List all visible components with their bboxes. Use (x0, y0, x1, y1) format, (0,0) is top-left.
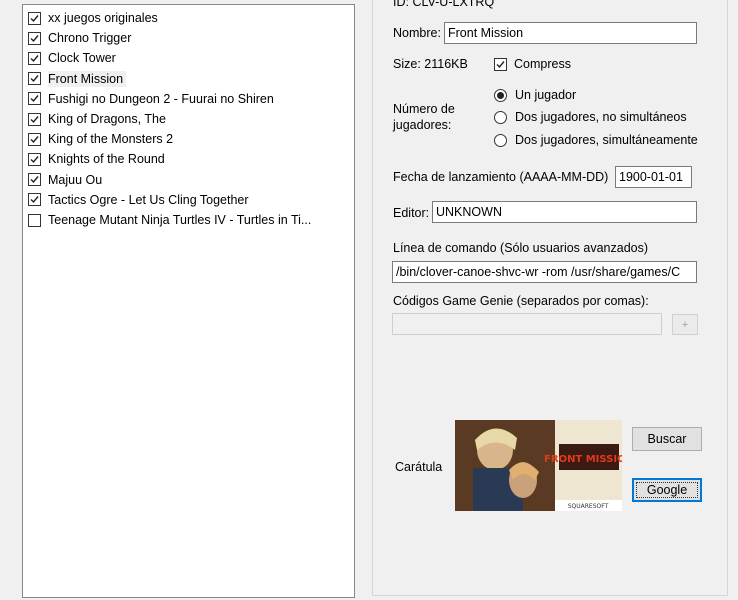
checked-checkbox-icon[interactable] (28, 72, 41, 86)
game-list-item-label: King of the Monsters 2 (48, 132, 174, 147)
radio-one-player-label: Un jugador (515, 88, 577, 102)
players-label-2: jugadores: (393, 118, 452, 132)
game-list-item-label: Fushigi no Dungeon 2 - Fuurai no Shiren (48, 91, 274, 106)
game-genie-field[interactable] (392, 313, 662, 335)
cover-publisher: SQUARESOFT (568, 503, 609, 510)
game-list-item-label: xx juegos originales (48, 11, 158, 25)
game-list-item[interactable]: King of Dragons, The (28, 110, 169, 128)
checked-checkbox-icon[interactable] (28, 51, 41, 65)
google-cover-label: Google (646, 483, 688, 497)
game-list-item[interactable]: xx juegos originales (28, 9, 161, 27)
unchecked-checkbox-icon[interactable] (28, 213, 41, 227)
game-list-item[interactable]: Clock Tower (28, 49, 119, 67)
name-label: Nombre: (393, 26, 441, 40)
cover-label: Carátula (395, 460, 443, 474)
compress-label: Compress (514, 57, 571, 71)
publisher-field[interactable]: UNKNOWN (432, 201, 697, 223)
command-line-field[interactable]: /bin/clover-canoe-shvc-wr -rom /usr/shar… (392, 261, 697, 283)
google-cover-button[interactable]: Google (632, 478, 702, 502)
game-genie-add-label: + (681, 318, 689, 331)
compress-check-icon (494, 57, 507, 71)
game-list-item-label: Tactics Ogre - Let Us Cling Together (48, 192, 249, 207)
radio-two-players-simultaneous[interactable]: Dos jugadores, simultáneamente (494, 131, 698, 149)
radio-one-player[interactable]: Un jugador (494, 86, 576, 104)
game-list-item-label: Majuu Ou (48, 172, 103, 187)
game-list-item-label: Teenage Mutant Ninja Turtles IV - Turtle… (48, 213, 312, 227)
game-list-item[interactable]: Tactics Ogre - Let Us Cling Together (28, 191, 252, 209)
checked-checkbox-icon[interactable] (28, 152, 41, 166)
compress-checkbox[interactable]: Compress (494, 56, 571, 72)
radio-unselected-icon (494, 133, 507, 147)
checked-checkbox-icon[interactable] (28, 92, 41, 106)
game-list-item[interactable]: King of the Monsters 2 (28, 130, 176, 148)
game-list-item-label: Chrono Trigger (48, 31, 132, 46)
radio-two-players-simultaneous-label: Dos jugadores, simultáneamente (515, 133, 698, 147)
name-field[interactable]: Front Mission (444, 22, 697, 44)
publisher-label: Editor: (393, 206, 430, 220)
game-list-item-label: Clock Tower (48, 51, 116, 66)
game-list-item[interactable]: Majuu Ou (28, 171, 105, 189)
radio-two-players-alternating[interactable]: Dos jugadores, no simultáneos (494, 108, 687, 126)
players-label-1: Número de (393, 102, 455, 116)
game-list-item-label: Front Mission (48, 70, 127, 87)
game-list-item-label: Knights of the Round (48, 152, 165, 167)
radio-two-players-alternating-label: Dos jugadores, no simultáneos (515, 110, 687, 124)
game-list-item[interactable]: Knights of the Round (28, 150, 168, 168)
checked-checkbox-icon[interactable] (28, 173, 41, 187)
release-date-field[interactable]: 1900-01-01 (615, 166, 692, 188)
browse-cover-label: Buscar (647, 432, 687, 446)
game-list-item-label: King of Dragons, The (48, 112, 166, 126)
radio-unselected-icon (494, 110, 507, 124)
cover-art-image: FRONT MISSION SQUARESOFT (455, 420, 622, 511)
size-label: Size: 2116KB (393, 57, 468, 71)
game-list-item[interactable]: Chrono Trigger (28, 29, 134, 47)
game-genie-add-button[interactable]: + (672, 314, 698, 335)
checked-checkbox-icon[interactable] (28, 31, 41, 45)
radio-selected-icon (494, 88, 507, 102)
command-line-label: Línea de comando (Sólo usuarios avanzado… (393, 241, 649, 255)
game-list-item[interactable]: Fushigi no Dungeon 2 - Fuurai no Shiren (28, 90, 277, 108)
game-genie-label: Códigos Game Genie (separados por comas)… (393, 294, 649, 308)
cover-title: FRONT MISSION (544, 454, 622, 465)
checked-checkbox-icon[interactable] (28, 132, 41, 146)
game-id-label: ID: CLV-U-LXTRQ (393, 0, 495, 9)
release-date-label: Fecha de lanzamiento (AAAA-MM-DD) (393, 170, 609, 184)
checked-checkbox-icon[interactable] (28, 193, 41, 207)
game-list[interactable]: xx juegos originales Chrono Trigger Clock … (22, 4, 355, 598)
game-list-item[interactable]: Teenage Mutant Ninja Turtles IV - Turtle… (28, 211, 314, 229)
game-list-item[interactable]: Front Mission (28, 70, 127, 88)
browse-cover-button[interactable]: Buscar (632, 427, 702, 451)
checked-checkbox-icon[interactable] (28, 112, 41, 126)
checked-checkbox-icon[interactable] (28, 11, 41, 25)
